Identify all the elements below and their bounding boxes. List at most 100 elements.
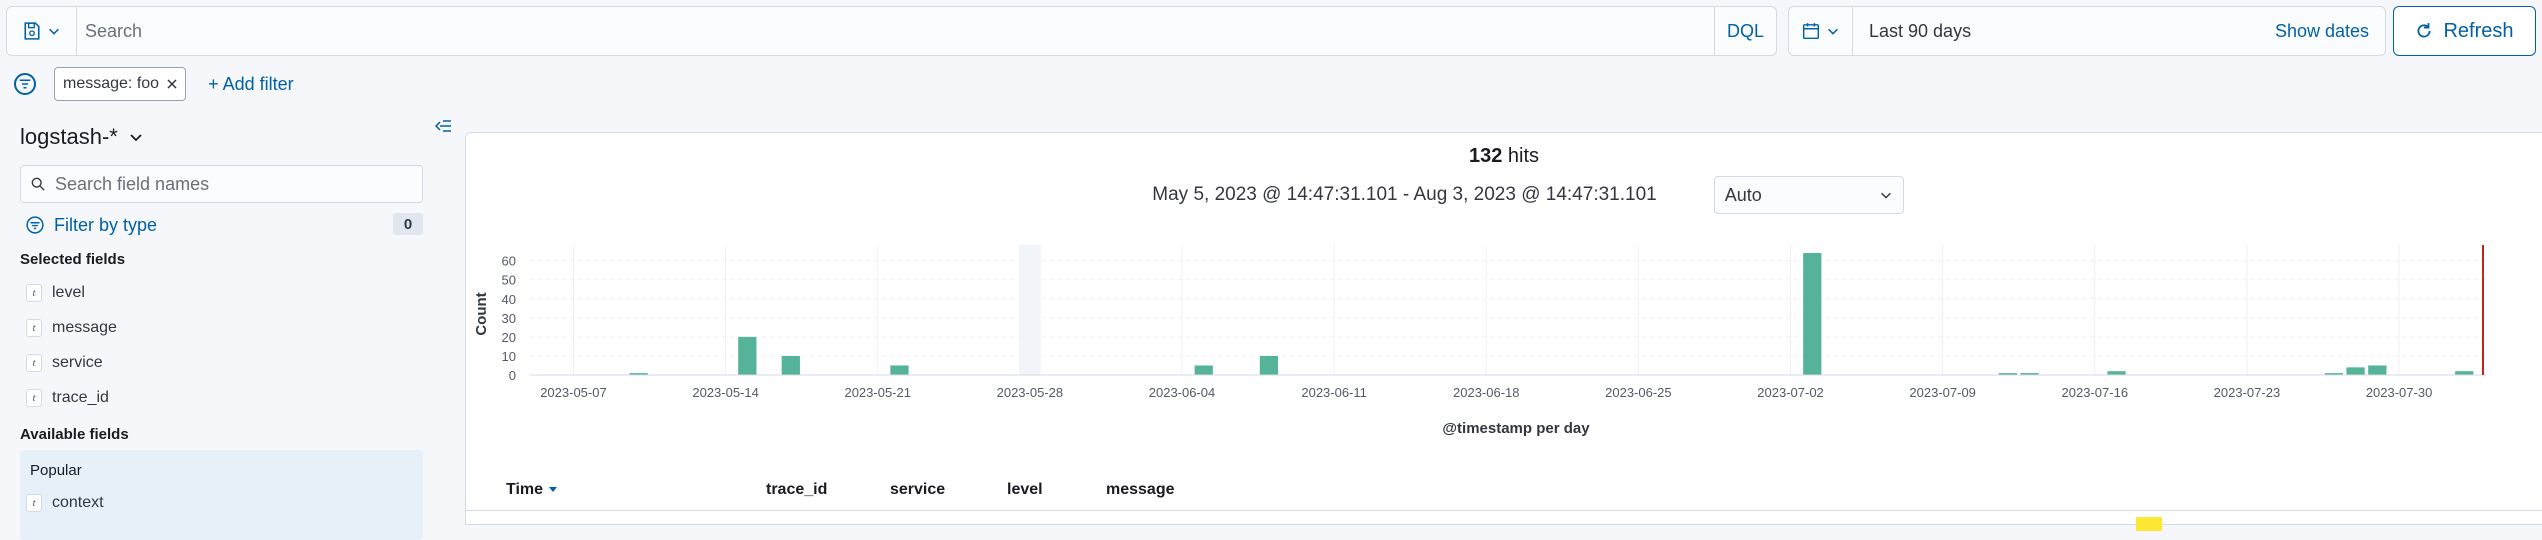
x-tick-label: 2023-07-16 <box>2062 385 2129 400</box>
y-tick-label: 10 <box>502 349 516 364</box>
filter-pill[interactable]: message: foo <box>54 67 187 101</box>
field-item-level[interactable]: t level <box>26 280 85 306</box>
hits-number: 132 <box>1468 145 1503 167</box>
x-tick-label: 2023-06-04 <box>1149 385 1216 400</box>
sort-down-icon[interactable] <box>548 484 558 494</box>
histogram-bar <box>2107 371 2126 375</box>
add-filter-button[interactable]: + Add filter <box>208 74 294 95</box>
chevron-down-icon <box>1880 192 1891 199</box>
query-language-button[interactable]: DQL <box>1714 7 1776 55</box>
highlight-band <box>1019 245 1041 375</box>
x-tick-label: 2023-05-21 <box>844 385 911 400</box>
table-header: Time trace_id service level message <box>466 473 2542 511</box>
field-search <box>20 165 423 203</box>
x-tick-label: 2023-05-07 <box>540 385 607 400</box>
hits-label: hits <box>1507 145 1540 167</box>
histogram-bar <box>890 365 909 375</box>
field-name: message <box>52 319 117 336</box>
time-range-text: May 5, 2023 @ 14:47:31.101 - Aug 3, 2023… <box>1152 184 1657 205</box>
x-tick-label: 2023-07-09 <box>1909 385 1976 400</box>
date-range-label[interactable]: Last 90 days <box>1869 21 1971 42</box>
string-type-icon: t <box>26 354 42 372</box>
filter-count-badge: 0 <box>393 213 423 235</box>
chart-highlight-band <box>1019 245 1041 375</box>
refresh-icon <box>2417 23 2432 38</box>
x-tick-label: 2023-05-14 <box>692 385 759 400</box>
y-tick-label: 20 <box>502 330 516 345</box>
chart-axes: 0 10 20 30 40 50 60 2023-05-07 2023-05-14 2023-05… <box>502 245 2486 400</box>
column-header-level[interactable]: level <box>1007 481 1043 499</box>
field-item-trace-id[interactable]: t trace_id <box>26 385 109 411</box>
filter-bar: message: foo + Add filter <box>14 66 294 102</box>
histogram-bar <box>781 355 800 375</box>
y-tick-label: 60 <box>502 254 516 269</box>
show-dates-link[interactable]: Show dates <box>2275 21 2369 42</box>
filter-pill-label: message: foo <box>63 75 160 92</box>
y-tick-label: 30 <box>502 311 516 326</box>
quick-select-button[interactable] <box>1789 7 1853 55</box>
field-name: service <box>52 354 103 371</box>
popular-fields-group: Popular t context <box>20 450 423 540</box>
chevron-down-icon <box>48 28 59 35</box>
refresh-label: Refresh <box>2443 19 2514 42</box>
x-tick-label: 2023-06-25 <box>1605 385 1672 400</box>
field-item-service[interactable]: t service <box>26 350 103 376</box>
refresh-button[interactable]: Refresh <box>2393 6 2536 56</box>
collapse-sidebar-icon[interactable] <box>434 118 452 134</box>
chevron-down-icon <box>130 134 142 142</box>
histogram-bar <box>2455 371 2474 375</box>
field-name: context <box>52 494 104 511</box>
chevron-down-icon <box>1827 28 1838 35</box>
column-header-message[interactable]: message <box>1106 481 1175 499</box>
string-type-icon: t <box>26 319 42 337</box>
time-range-row: May 5, 2023 @ 14:47:31.101 - Aug 3, 2023… <box>466 176 2542 214</box>
table-row[interactable] <box>466 513 2542 533</box>
filter-by-type-button[interactable]: Filter by type 0 <box>26 210 423 240</box>
filter-icon <box>26 216 44 234</box>
y-tick-label: 40 <box>502 292 516 307</box>
search-icon <box>31 177 45 191</box>
histogram-bar <box>2368 365 2387 375</box>
chart-bars <box>629 253 2474 375</box>
column-header-time[interactable]: Time <box>506 481 558 499</box>
column-time-label: Time <box>506 481 544 498</box>
y-tick-label: 50 <box>502 273 516 288</box>
index-pattern-label: logstash-* <box>20 124 118 149</box>
interval-value: Auto <box>1724 184 1762 205</box>
histogram-bar <box>1194 365 1213 375</box>
popular-title: Popular <box>30 462 82 479</box>
field-name: trace_id <box>52 389 109 406</box>
field-item-message[interactable]: t message <box>26 315 117 341</box>
string-type-icon: t <box>26 284 42 302</box>
calendar-icon <box>1802 23 1819 40</box>
close-icon[interactable] <box>167 79 177 89</box>
histogram-chart: 0 10 20 30 40 50 60 2023-05-07 2023-05-14 2023-05… <box>466 223 2542 463</box>
field-sidebar: logstash-* Filter by type 0 Selected fie… <box>0 112 451 540</box>
save-icon <box>23 22 40 40</box>
search-input[interactable] <box>85 7 1725 55</box>
field-item-context[interactable]: t context <box>26 490 104 516</box>
date-picker: Last 90 days Show dates <box>1788 6 2386 56</box>
search-highlight <box>2136 517 2162 531</box>
y-axis-label: Count <box>473 292 490 335</box>
y-tick-label: 0 <box>509 368 516 383</box>
string-type-icon: t <box>26 389 42 407</box>
index-pattern-selector[interactable]: logstash-* <box>20 124 144 150</box>
query-input-group: DQL <box>6 6 1777 56</box>
x-tick-label: 2023-06-18 <box>1453 385 1520 400</box>
selected-fields-title: Selected fields <box>20 251 126 268</box>
histogram-bar <box>2346 367 2365 375</box>
column-header-trace-id[interactable]: trace_id <box>766 481 827 499</box>
x-tick-label: 2023-06-11 <box>1301 385 1367 400</box>
column-header-service[interactable]: service <box>890 481 945 499</box>
query-bar: DQL Last 90 days Show dates Refresh <box>6 6 2536 58</box>
x-tick-label: 2023-07-02 <box>1757 385 1824 400</box>
field-search-input[interactable] <box>55 173 405 195</box>
filter-menu-icon[interactable] <box>14 73 36 95</box>
interval-select[interactable]: Auto <box>1713 176 1904 214</box>
filter-by-type-label: Filter by type <box>54 214 158 235</box>
hits-count: 132 hits <box>466 145 2542 168</box>
x-tick-label: 2023-07-30 <box>2366 385 2433 400</box>
field-name: level <box>52 284 85 301</box>
saved-query-button[interactable] <box>7 7 77 55</box>
